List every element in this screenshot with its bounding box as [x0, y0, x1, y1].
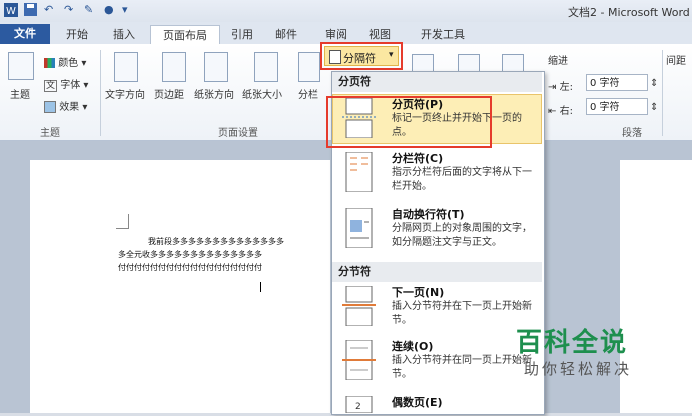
indent-label: 缩进: [548, 56, 568, 67]
indent-right-text: 右:: [559, 106, 573, 117]
window-title: 文档2 - Microsoft Word: [568, 6, 690, 19]
text-direction-icon[interactable]: [114, 52, 138, 82]
indent-right-input[interactable]: 0 字符: [586, 98, 648, 115]
document-page[interactable]: 我前段多多多多多多多多多多多多多多 多全元收多多多多多多多多多多多多多多 付付付…: [30, 160, 330, 413]
paragraph-group-label: 段落: [622, 128, 642, 139]
effects-label: 效果: [59, 102, 80, 113]
tab-page-layout[interactable]: 页面布局: [150, 25, 220, 45]
indent-right-spinner[interactable]: ⇕: [650, 102, 658, 113]
document-line-2: 多全元收多多多多多多多多多多多多多多: [118, 250, 262, 259]
undo-icon[interactable]: ↶: [44, 3, 53, 18]
theme-group-label: 主题: [40, 128, 60, 139]
menu-item-column-break[interactable]: 分栏符(C) 指示分栏符后面的文字将从下一栏开始。: [332, 148, 542, 204]
fonts-button[interactable]: 文 字体 ▾: [44, 76, 88, 92]
next-page-icon: [342, 285, 376, 327]
menu-item-next-page[interactable]: 下一页(N) 插入分节符并在下一页上开始新节。: [332, 284, 542, 334]
themes-button[interactable]: 主题: [10, 86, 30, 101]
menu-item-column-break-title: 分栏符(C): [392, 152, 444, 165]
word-icon[interactable]: W: [4, 3, 18, 18]
tab-home[interactable]: 开始: [58, 25, 96, 44]
indent-left-text: 左:: [559, 82, 573, 93]
columns-button[interactable]: 分栏: [298, 86, 318, 101]
tab-mailings[interactable]: 邮件: [268, 25, 304, 44]
format-painter-icon[interactable]: ✎: [84, 3, 93, 18]
menu-item-even-page[interactable]: 2 偶数页(E): [332, 392, 542, 414]
tab-insert[interactable]: 插入: [104, 25, 144, 44]
svg-text:2: 2: [355, 402, 361, 412]
watermark-title: 百科全说: [516, 328, 629, 358]
size-icon[interactable]: [254, 52, 278, 82]
title-bar: W ↶ ↷ ✎ ● ▾ 文档2 - Microsoft Word: [0, 0, 692, 22]
text-direction-button[interactable]: 文字方向: [105, 86, 145, 101]
redo-icon[interactable]: ↷: [64, 3, 73, 18]
tab-file[interactable]: 文件: [0, 24, 50, 44]
menu-item-text-wrapping-break[interactable]: 自动换行符(T) 分隔网页上的对象周围的文字，如分隔题注文字与正文。: [332, 204, 542, 260]
effects-button[interactable]: 效果 ▾: [44, 98, 87, 113]
fonts-icon: 文: [44, 80, 58, 92]
continuous-icon: [342, 339, 376, 381]
themes-icon[interactable]: [8, 52, 34, 80]
save-icon[interactable]: [24, 3, 37, 18]
breaks-button-highlight-box: [320, 42, 403, 70]
colors-label: 颜色: [58, 58, 79, 69]
colors-button[interactable]: 颜色 ▾: [44, 54, 86, 69]
menu-item-continuous-title: 连续(O): [392, 340, 434, 353]
document-line-3: 付付付付付付付付付付付付付付付付付付: [118, 263, 262, 272]
tab-developer[interactable]: 开发工具: [416, 25, 470, 44]
watermark-subtitle: 助你轻松解决: [524, 360, 633, 378]
colors-icon: [44, 58, 55, 68]
group-separator: [662, 50, 663, 136]
menu-section-section-breaks: 分节符: [332, 262, 542, 282]
column-break-icon: [342, 151, 376, 193]
document-line-1: 我前段多多多多多多多多多多多多多多: [148, 237, 284, 246]
menu-item-next-page-title: 下一页(N): [392, 286, 445, 299]
size-button[interactable]: 纸张大小: [242, 86, 282, 101]
indent-left-icon: ⇥: [548, 82, 557, 93]
orientation-button[interactable]: 纸张方向: [194, 86, 234, 101]
text-cursor: [260, 282, 261, 292]
fonts-label: 字体: [60, 80, 81, 91]
page-break-highlight-box: [326, 96, 492, 148]
menu-item-column-break-desc: 指示分栏符后面的文字将从下一栏开始。: [392, 167, 532, 192]
even-page-icon: 2: [342, 395, 376, 414]
text-wrapping-break-icon: [342, 207, 376, 249]
customize-toolbar-icon[interactable]: ▾: [122, 3, 128, 18]
columns-icon[interactable]: [298, 52, 320, 82]
margin-mark: [116, 214, 129, 229]
indent-right-icon: ⇤: [548, 106, 557, 117]
margins-button[interactable]: 页边距: [154, 86, 184, 101]
orientation-icon[interactable]: [204, 52, 228, 82]
indent-left-label: ⇥ 左:: [548, 78, 573, 93]
indent-left-spinner[interactable]: ⇕: [650, 78, 658, 89]
menu-item-text-wrapping-break-desc: 分隔网页上的对象周围的文字，如分隔题注文字与正文。: [392, 223, 532, 248]
menu-section-page-breaks: 分页符: [332, 72, 542, 92]
color-icon[interactable]: ●: [104, 3, 114, 18]
indent-left-input[interactable]: 0 字符: [586, 74, 648, 91]
effects-icon: [44, 101, 56, 113]
margins-icon[interactable]: [162, 52, 186, 82]
tab-references[interactable]: 引用: [224, 25, 260, 44]
svg-text:W: W: [6, 6, 16, 17]
page-setup-group-label: 页面设置: [218, 128, 258, 139]
menu-item-continuous[interactable]: 连续(O) 插入分节符并在同一页上开始新节。: [332, 338, 542, 390]
spacing-label: 间距: [666, 56, 686, 67]
menu-item-even-page-title: 偶数页(E): [392, 396, 443, 409]
indent-right-label: ⇤ 右:: [548, 102, 573, 117]
menu-item-text-wrapping-break-title: 自动换行符(T): [392, 208, 465, 221]
group-separator: [100, 50, 101, 136]
